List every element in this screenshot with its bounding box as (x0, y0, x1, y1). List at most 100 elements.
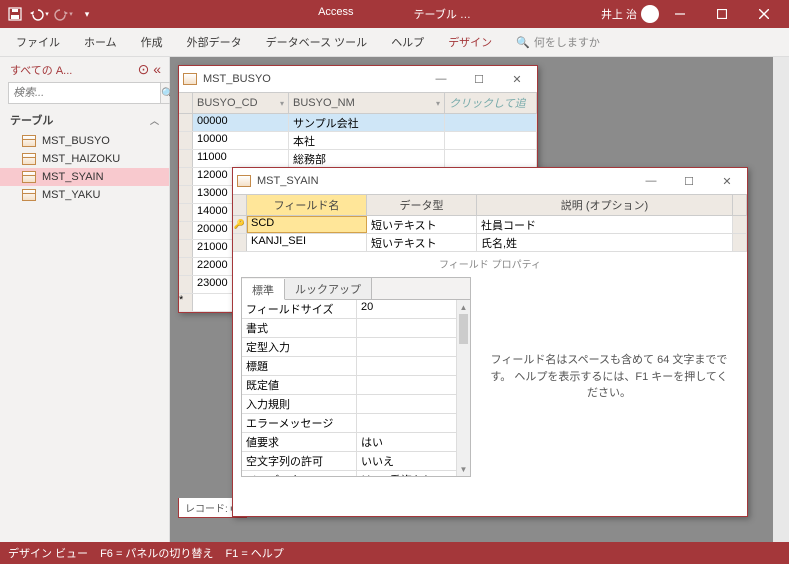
title-bar: ▾ ▾ ▾ Access テーブル … 井上 治 (0, 0, 789, 28)
col-busyo-nm[interactable]: BUSYO_NM (293, 97, 355, 109)
table-row[interactable]: 11000総務部 (179, 150, 537, 168)
sidebar-item-label: MST_YAKU (42, 189, 100, 201)
col-busyo-cd[interactable]: BUSYO_CD (197, 97, 258, 109)
tab-help[interactable]: ヘルプ (381, 30, 434, 54)
ribbon-tabs: ファイル ホーム 作成 外部データ データベース ツール ヘルプ デザイン 🔍 … (0, 28, 789, 56)
sidebar-item-mst_yaku[interactable]: MST_YAKU (0, 186, 169, 204)
col-add[interactable]: クリックして追 (449, 95, 526, 111)
property-value[interactable] (357, 395, 470, 413)
redo-icon[interactable]: ▾ (52, 3, 74, 25)
property-label: エラーメッセージ (242, 414, 357, 432)
nav-title[interactable]: すべての A... (10, 62, 72, 78)
status-f6: F6 = パネルの切り替え (100, 545, 213, 561)
nav-collapse-icon[interactable]: ⊙ « (138, 61, 161, 78)
prop-scrollbar[interactable]: ▲▼ (456, 300, 470, 476)
property-row[interactable]: フィールドサイズ20 (242, 300, 470, 319)
nav-search-input[interactable] (8, 82, 161, 104)
tab-general[interactable]: 標準 (242, 279, 285, 300)
tab-design[interactable]: デザイン (438, 30, 502, 54)
tell-me-search[interactable]: 🔍 何をしますか (516, 34, 600, 50)
table-row[interactable]: 10000本社 (179, 132, 537, 150)
field-properties-label: フィールド プロパティ (233, 252, 747, 275)
property-row[interactable]: 定型入力 (242, 338, 470, 357)
table-icon (22, 171, 36, 183)
property-row[interactable]: エラーメッセージ (242, 414, 470, 433)
table-row[interactable]: 00000サンプル会社 (179, 114, 537, 132)
win1-title: MST_BUSYO (203, 73, 271, 85)
property-label: 既定値 (242, 376, 357, 394)
win2-title: MST_SYAIN (257, 175, 319, 187)
minimize-button[interactable] (659, 0, 701, 28)
tab-home[interactable]: ホーム (74, 30, 127, 54)
property-row[interactable]: 書式 (242, 319, 470, 338)
sidebar-item-mst_busyo[interactable]: MST_BUSYO (0, 132, 169, 150)
nav-group-tables[interactable]: テーブル (10, 112, 53, 128)
chevron-up-icon[interactable]: ︿ (150, 114, 159, 127)
property-value[interactable] (357, 319, 470, 337)
property-row[interactable]: 入力規則 (242, 395, 470, 414)
tab-file[interactable]: ファイル (6, 30, 70, 54)
win1-maximize[interactable]: ☐ (463, 68, 495, 90)
undo-icon[interactable]: ▾ (28, 3, 50, 25)
table-icon (22, 153, 36, 165)
property-value[interactable] (357, 376, 470, 394)
status-bar: デザイン ビュー F6 = パネルの切り替え F1 = ヘルプ (0, 542, 789, 564)
new-row-marker[interactable]: * (179, 294, 193, 311)
property-row[interactable]: 空文字列の許可いいえ (242, 452, 470, 471)
status-f1: F1 = ヘルプ (225, 545, 283, 561)
tab-dbtools[interactable]: データベース ツール (256, 30, 378, 54)
sidebar-item-mst_syain[interactable]: MST_SYAIN (0, 168, 169, 186)
win2-close[interactable]: ✕ (711, 170, 743, 192)
context-title: テーブル … (414, 6, 471, 22)
workspace-scrollbar[interactable] (773, 57, 789, 542)
sidebar-item-label: MST_HAIZOKU (42, 153, 120, 165)
app-title: Access (318, 6, 353, 22)
property-value[interactable]: はい (357, 433, 470, 451)
design-row[interactable]: KANJI_SEI短いテキスト氏名,姓 (233, 234, 747, 252)
maximize-button[interactable] (701, 0, 743, 28)
sidebar-item-label: MST_BUSYO (42, 135, 110, 147)
tab-external[interactable]: 外部データ (177, 30, 252, 54)
sidebar-item-mst_haizoku[interactable]: MST_HAIZOKU (0, 150, 169, 168)
workspace: MST_BUSYO — ☐ ✕ BUSYO_CD▾ BUSYO_NM▾ クリック… (170, 57, 789, 542)
property-row[interactable]: インデックスはい (重複なし) (242, 471, 470, 476)
property-value[interactable]: いいえ (357, 452, 470, 470)
sidebar-item-label: MST_SYAIN (42, 171, 104, 183)
save-icon[interactable] (4, 3, 26, 25)
dh-field-name[interactable]: フィールド名 (247, 195, 367, 215)
design-row[interactable]: 🔑SCD短いテキスト社員コード (233, 216, 747, 234)
property-label: 定型入力 (242, 338, 357, 356)
property-label: インデックス (242, 471, 357, 476)
user-name: 井上 治 (601, 6, 637, 22)
search-icon: 🔍 (516, 36, 530, 49)
property-value[interactable] (357, 338, 470, 356)
window-mst-syain[interactable]: MST_SYAIN — ☐ ✕ フィールド名 データ型 説明 (オプション) 🔑… (232, 167, 748, 517)
property-value[interactable] (357, 357, 470, 375)
table-icon (183, 73, 197, 85)
dh-description[interactable]: 説明 (オプション) (477, 195, 733, 215)
property-label: 空文字列の許可 (242, 452, 357, 470)
win1-close[interactable]: ✕ (501, 68, 533, 90)
table-icon (22, 189, 36, 201)
field-help-text: フィールド名はスペースも含めて 64 文字までです。 ヘルプを表示するには、F1… (479, 277, 739, 477)
win1-minimize[interactable]: — (425, 68, 457, 90)
win2-maximize[interactable]: ☐ (673, 170, 705, 192)
table-icon (22, 135, 36, 147)
close-button[interactable] (743, 0, 785, 28)
property-label: フィールドサイズ (242, 300, 357, 318)
property-value[interactable] (357, 414, 470, 432)
property-row[interactable]: 標題 (242, 357, 470, 376)
property-row[interactable]: 値要求はい (242, 433, 470, 452)
tab-create[interactable]: 作成 (131, 30, 173, 54)
tell-me-placeholder: 何をしますか (534, 34, 600, 50)
property-row[interactable]: 既定値 (242, 376, 470, 395)
property-label: 値要求 (242, 433, 357, 451)
tab-lookup[interactable]: ルックアップ (285, 278, 372, 299)
property-value[interactable]: はい (重複なし) (357, 471, 470, 476)
win2-minimize[interactable]: — (635, 170, 667, 192)
property-value[interactable]: 20 (357, 300, 470, 318)
avatar[interactable] (641, 5, 659, 23)
status-view: デザイン ビュー (8, 545, 88, 561)
qat-customize-icon[interactable]: ▾ (76, 3, 98, 25)
dh-data-type[interactable]: データ型 (367, 195, 477, 215)
